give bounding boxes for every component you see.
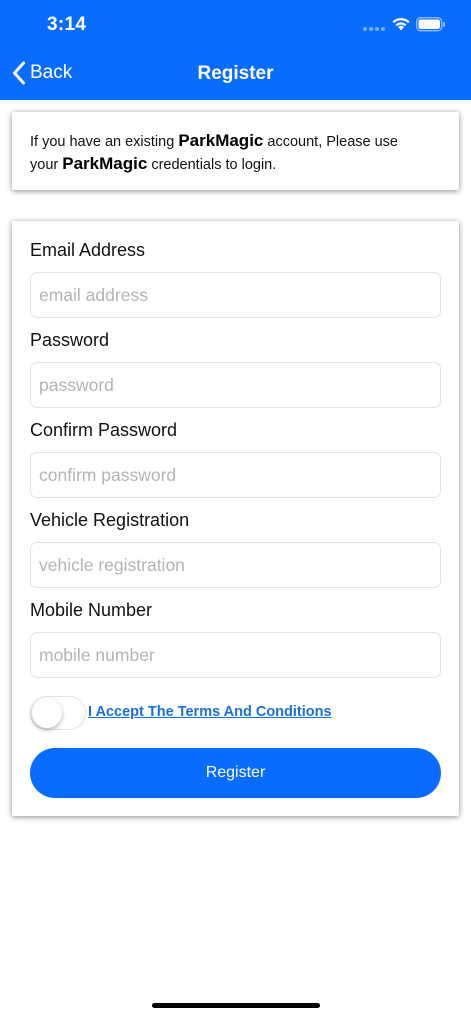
email-field[interactable] bbox=[30, 272, 441, 318]
wifi-icon bbox=[392, 17, 410, 31]
home-indicator bbox=[152, 1003, 320, 1008]
page-title: Register bbox=[197, 63, 274, 84]
info-text-middle: account, Please use bbox=[263, 134, 398, 150]
mobile-number-label: Mobile Number bbox=[30, 600, 153, 620]
cellular-signal-icon bbox=[363, 27, 385, 31]
confirm-password-label: Confirm Password bbox=[30, 420, 178, 440]
info-text-line2: your bbox=[30, 157, 63, 173]
toggle-knob bbox=[32, 698, 62, 728]
brand-name: ParkMagic bbox=[62, 154, 148, 173]
brand-name: ParkMagic bbox=[178, 131, 264, 150]
password-field[interactable] bbox=[30, 362, 441, 408]
status-time: 3:14 bbox=[47, 14, 87, 35]
info-text-start: If you have an existing bbox=[30, 134, 179, 150]
password-label: Password bbox=[30, 330, 110, 350]
info-text-end: credentials to login. bbox=[147, 157, 277, 173]
registration-form: Email Address Password Confirm Password … bbox=[12, 221, 459, 816]
confirm-password-field[interactable] bbox=[30, 452, 441, 498]
email-label: Email Address bbox=[30, 240, 146, 260]
register-button[interactable]: Register bbox=[30, 748, 441, 798]
navigation-header: 3:14 Back Register bbox=[0, 0, 471, 100]
vehicle-registration-field[interactable] bbox=[30, 542, 441, 588]
vehicle-registration-label: Vehicle Registration bbox=[30, 510, 190, 530]
mobile-number-field[interactable] bbox=[30, 632, 441, 678]
info-card: If you have an existing ParkMagic accoun… bbox=[12, 112, 459, 190]
terms-link[interactable]: I Accept The Terms And Conditions bbox=[88, 704, 332, 720]
battery-icon bbox=[416, 17, 445, 32]
terms-toggle[interactable] bbox=[30, 696, 86, 730]
